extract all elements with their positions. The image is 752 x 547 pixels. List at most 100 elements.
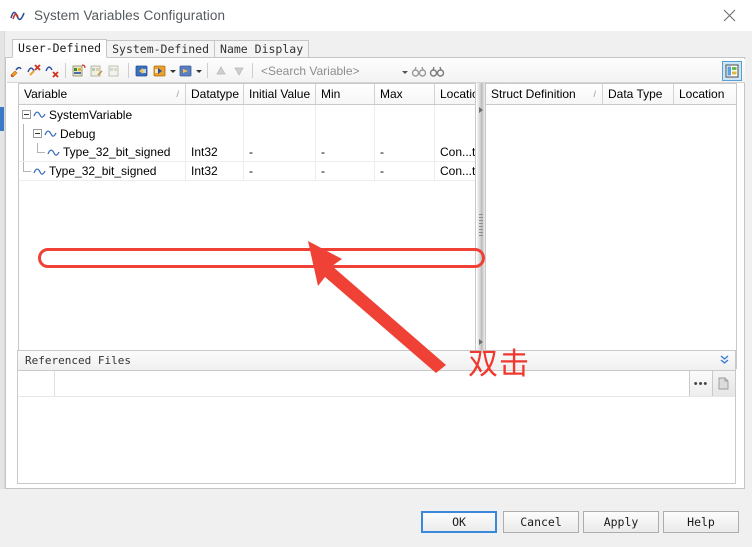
table-row-selected[interactable]: Type_32_bit_signed Int32 - - - Con...tio…: [19, 162, 475, 181]
column-header-variable[interactable]: Variable /: [19, 84, 186, 104]
struct-definition-grid: Struct Definition / Data Type Location: [485, 83, 737, 369]
cell-max: -: [375, 162, 435, 180]
search-dropdown-caret-icon[interactable]: [400, 63, 410, 79]
referenced-files-body: •••: [17, 370, 736, 484]
edit-struct-icon[interactable]: [89, 63, 105, 79]
pane-splitter[interactable]: [477, 83, 485, 369]
new-variable-icon[interactable]: [8, 63, 24, 79]
row-label: Type_32_bit_signed: [49, 164, 157, 178]
browse-button[interactable]: •••: [689, 371, 712, 396]
variable-icon: [33, 165, 46, 178]
tree-line: [19, 162, 33, 180]
toolbar-separator: [65, 63, 66, 78]
cell-variable-name: Debug: [19, 124, 186, 143]
cell-initial-value: -: [244, 143, 316, 161]
toolbar-right-group: [722, 60, 742, 81]
column-header-initial-value[interactable]: Initial Value: [244, 84, 316, 104]
help-button[interactable]: Help: [663, 511, 739, 533]
column-header-struct-definition[interactable]: Struct Definition /: [486, 84, 603, 104]
cell-variable-name: Type_32_bit_signed: [19, 143, 186, 161]
sort-indicator-icon: /: [593, 89, 596, 99]
cell-location: Con...tion: [440, 145, 475, 159]
tree-line: [19, 143, 33, 161]
dialog-button-bar: OK Cancel Apply Help: [0, 497, 752, 547]
variable-grid: Variable / Datatype Initial Value Min Ma…: [18, 83, 476, 369]
close-icon[interactable]: [706, 0, 752, 31]
struct-grid-header: Struct Definition / Data Type Location: [486, 84, 736, 105]
variable-group-icon: [44, 127, 57, 140]
annotation-text: 双击: [468, 347, 530, 382]
move-down-icon: [231, 63, 247, 79]
column-header-struct-location[interactable]: Location: [674, 84, 736, 104]
tab-name-display[interactable]: Name Display: [214, 40, 310, 58]
delete-struct-icon[interactable]: [107, 63, 123, 79]
row-label: Debug: [60, 126, 96, 141]
chevron-double-down-icon[interactable]: [720, 355, 729, 367]
ok-button[interactable]: OK: [421, 511, 497, 533]
cell-datatype: Int32: [186, 162, 244, 180]
toolbar-separator-2: [128, 63, 129, 78]
tab-system-defined[interactable]: System-Defined: [106, 40, 216, 58]
row-label: SystemVariable: [49, 107, 133, 122]
cell-datatype: Int32: [186, 143, 244, 161]
show-struct-panel-icon[interactable]: [722, 60, 742, 81]
cancel-button[interactable]: Cancel: [503, 511, 579, 533]
referenced-file-input[interactable]: [55, 371, 689, 396]
column-header-datatype[interactable]: Datatype: [186, 84, 244, 104]
referenced-files-title: Referenced Files: [25, 354, 131, 367]
splitter-grip[interactable]: [479, 214, 483, 238]
cell-min: [316, 105, 375, 124]
export-icon[interactable]: [152, 63, 168, 79]
tree-line: [19, 124, 33, 143]
binoculars-icon[interactable]: [411, 63, 427, 79]
toolbar-separator-3: [207, 63, 208, 78]
title-bar: System Variables Configuration: [0, 0, 752, 32]
cell-location: Con...tion: [440, 164, 475, 178]
tab-strip: User-Defined System-Defined Name Display: [12, 39, 310, 58]
table-row[interactable]: Debug: [19, 124, 475, 143]
cell-max: [375, 105, 435, 124]
column-header-data-type[interactable]: Data Type: [603, 84, 674, 104]
splitter-arrow-down-icon[interactable]: [479, 339, 483, 345]
table-row[interactable]: Type_32_bit_signed Int32 - - - Con...tio…: [19, 143, 475, 162]
tree-line: [33, 143, 47, 161]
referenced-files-header[interactable]: Referenced Files: [17, 350, 736, 370]
referenced-files-section: Referenced Files •••: [17, 350, 736, 485]
cell-max: -: [375, 143, 435, 161]
new-struct-icon[interactable]: [71, 63, 87, 79]
import-variable-icon[interactable]: [26, 63, 42, 79]
search-input[interactable]: <Search Variable>: [261, 64, 360, 78]
cell-variable-name: SystemVariable: [19, 105, 186, 124]
client-area: <Search Variable> Variable / Datatype In…: [5, 57, 745, 489]
cell-initial-value: [244, 124, 316, 143]
document-icon[interactable]: [712, 371, 735, 396]
cell-initial-value: -: [244, 162, 316, 180]
tab-user-defined[interactable]: User-Defined: [12, 39, 108, 58]
left-accent-bar: [0, 107, 4, 131]
column-header-min[interactable]: Min: [316, 84, 375, 104]
referenced-files-row: •••: [18, 371, 735, 397]
cell-min: -: [316, 162, 375, 180]
table-row[interactable]: SystemVariable: [19, 105, 475, 124]
tree-collapse-icon[interactable]: [33, 129, 42, 138]
cell-min: [316, 124, 375, 143]
cell-variable-name: Type_32_bit_signed: [19, 162, 186, 180]
window-body: User-Defined System-Defined Name Display: [0, 31, 752, 547]
refresh-dropdown-caret-icon[interactable]: [195, 63, 202, 79]
toolbar: <Search Variable>: [7, 59, 745, 83]
splitter-arrow-up-icon[interactable]: [479, 107, 483, 113]
cell-datatype: [186, 124, 244, 143]
delete-variable-icon[interactable]: [44, 63, 60, 79]
tree-collapse-icon[interactable]: [22, 110, 31, 119]
row-label: Type_32_bit_signed: [63, 145, 171, 159]
app-wave-icon: [10, 8, 26, 24]
refresh-icon[interactable]: [178, 63, 194, 79]
column-header-location[interactable]: Location: [435, 84, 475, 104]
sort-indicator-icon: /: [176, 89, 179, 99]
import-icon[interactable]: [134, 63, 150, 79]
column-header-max[interactable]: Max: [375, 84, 435, 104]
binoculars-next-icon[interactable]: [429, 63, 445, 79]
export-dropdown-caret-icon[interactable]: [169, 63, 176, 79]
cell-min: -: [316, 143, 375, 161]
apply-button[interactable]: Apply: [583, 511, 659, 533]
